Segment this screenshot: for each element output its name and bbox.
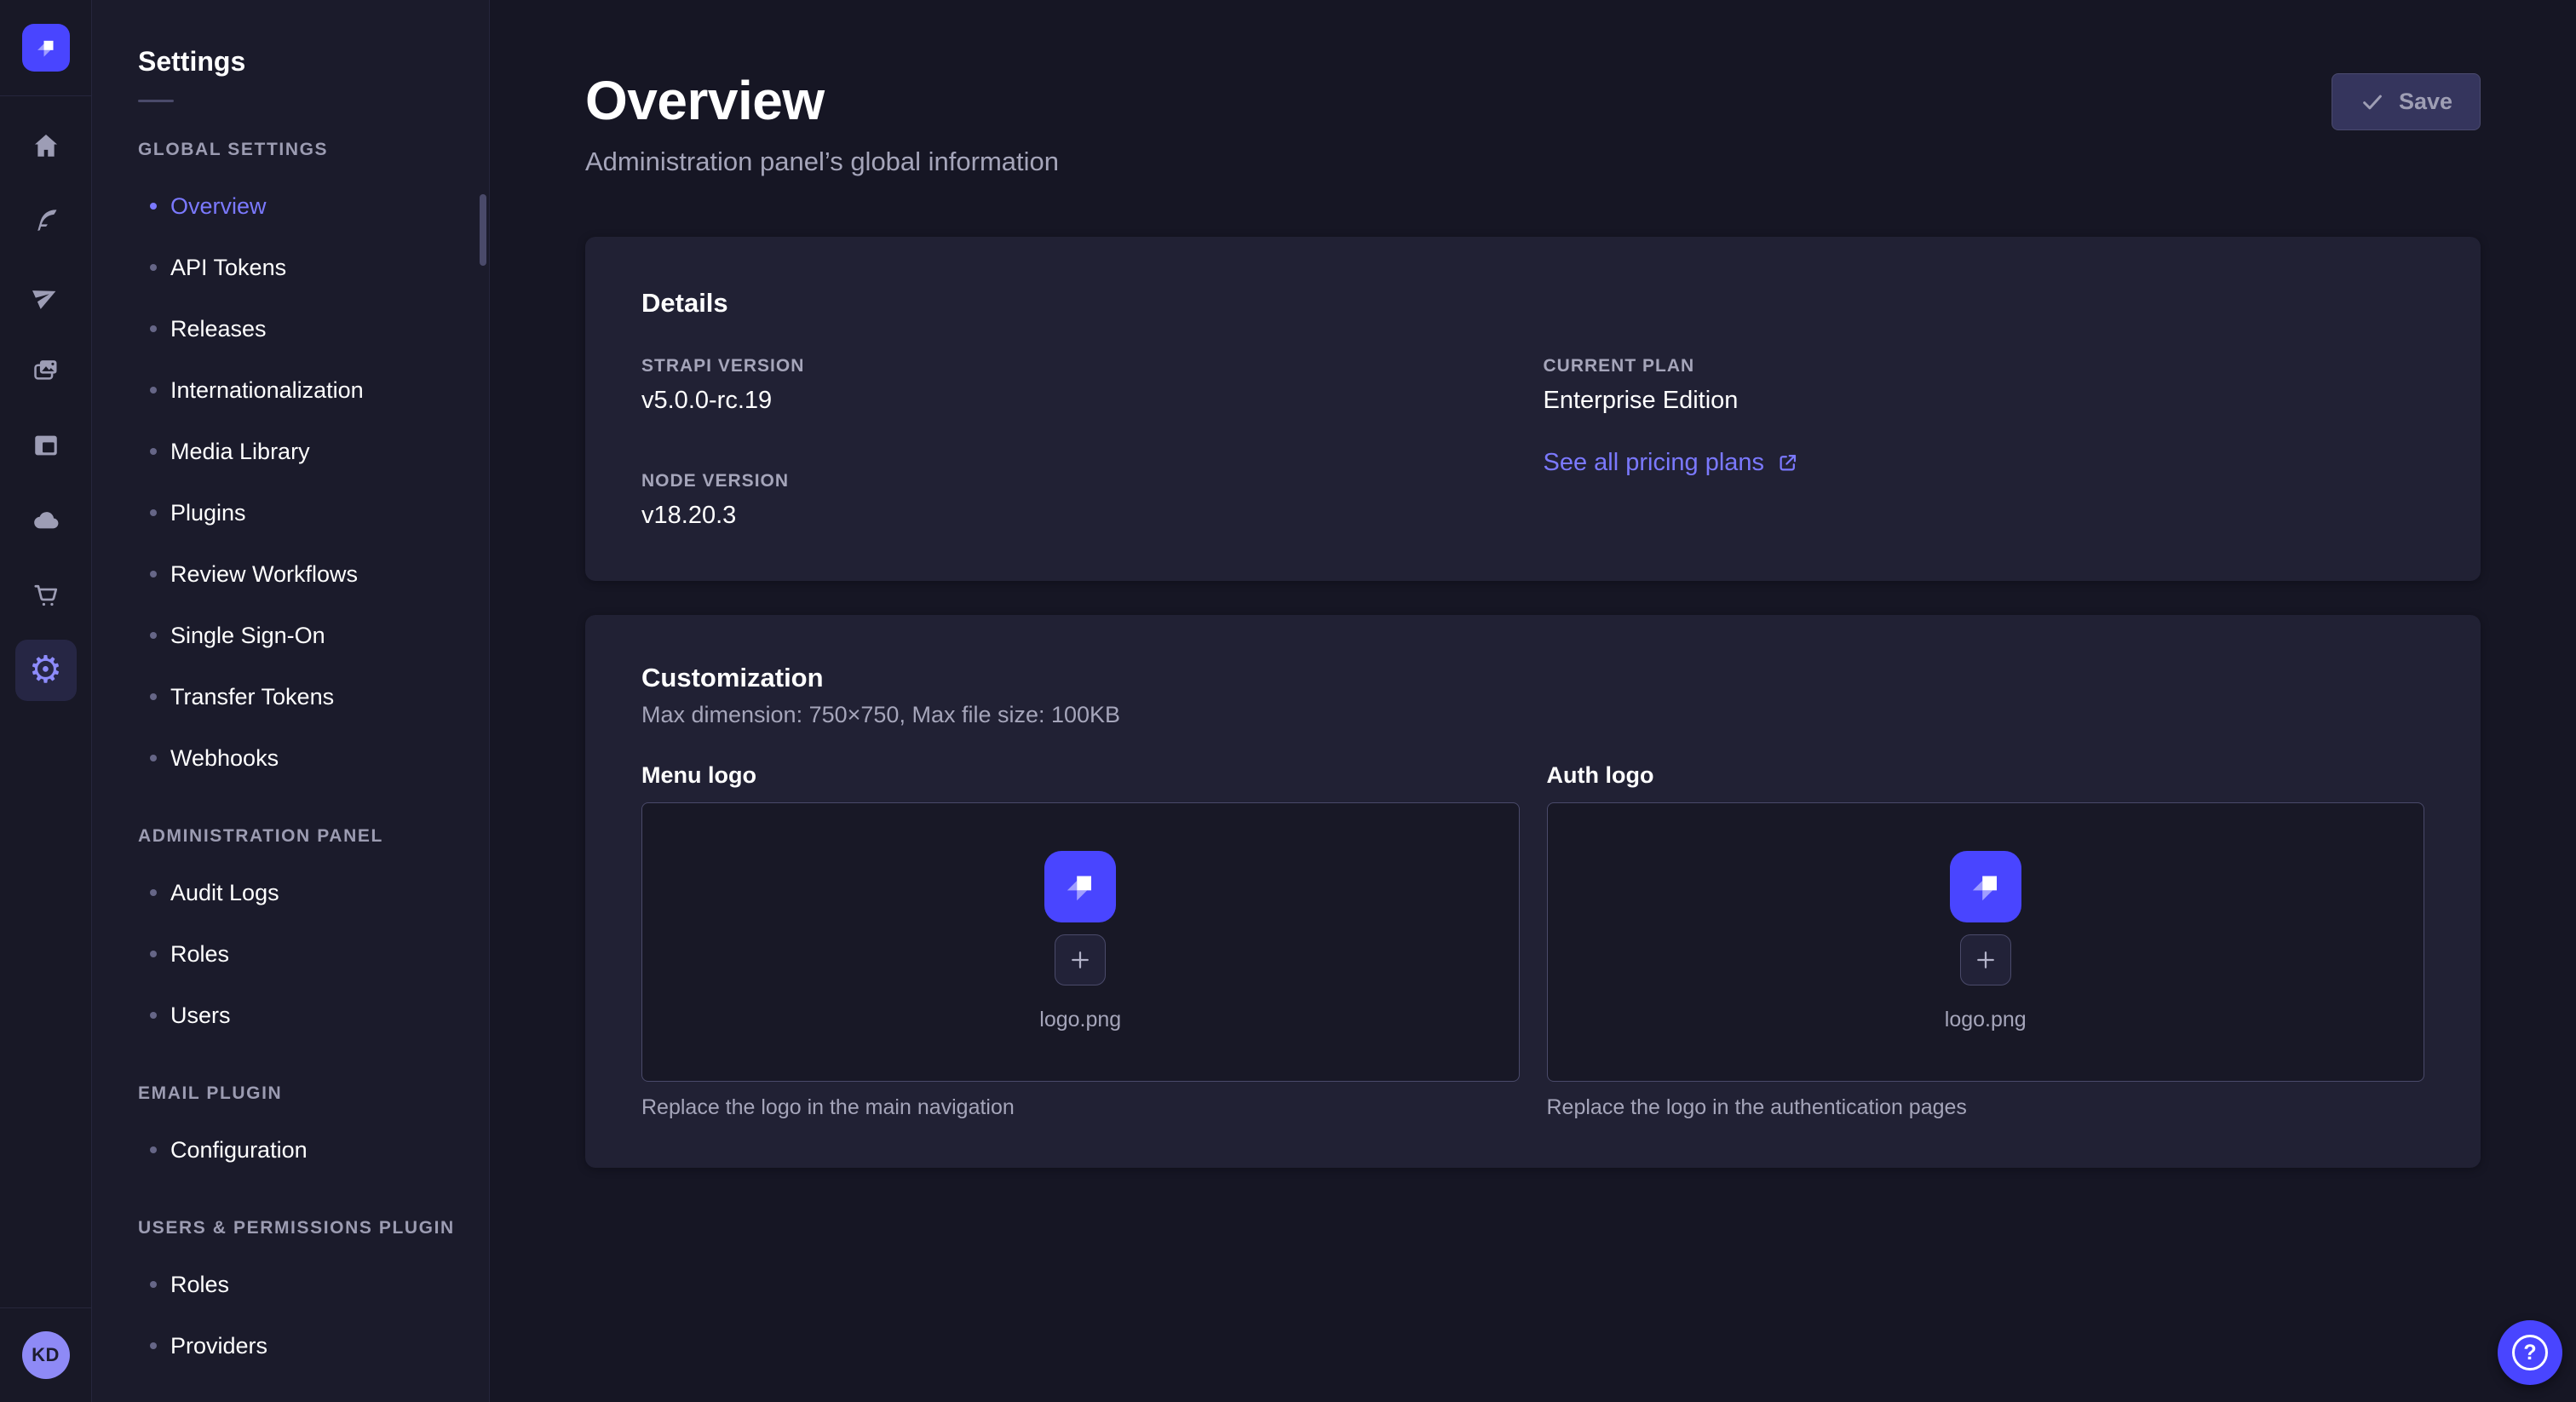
section-header: USERS & PERMISSIONS PLUGIN bbox=[138, 1218, 455, 1238]
auth-logo-label: Auth logo bbox=[1547, 762, 2425, 789]
bullet-icon bbox=[150, 1146, 157, 1153]
plus-icon bbox=[1973, 947, 1998, 973]
subnav-title: Settings bbox=[138, 46, 455, 78]
menu-logo-label: Menu logo bbox=[641, 762, 1520, 789]
avatar[interactable]: KD bbox=[22, 1331, 70, 1379]
bullet-icon bbox=[150, 448, 157, 455]
details-heading: Details bbox=[641, 288, 2424, 319]
sidebar-item-audit-logs[interactable]: Audit Logs bbox=[138, 862, 455, 923]
bullet-icon bbox=[150, 632, 157, 639]
strapi-logo-icon[interactable] bbox=[22, 24, 70, 72]
sidebar-item-up-providers[interactable]: Providers bbox=[138, 1315, 455, 1376]
settings-subnav: Settings GLOBAL SETTINGS Overview API To… bbox=[92, 0, 490, 1402]
field-label: STRAPI VERSION bbox=[641, 356, 1523, 376]
rail-logo-section bbox=[0, 0, 91, 96]
bullet-icon bbox=[150, 1281, 157, 1288]
bullet-icon bbox=[150, 387, 157, 394]
field-value: v5.0.0-rc.19 bbox=[641, 387, 1523, 415]
current-plan-field: CURRENT PLAN Enterprise Edition bbox=[1544, 356, 2425, 415]
feather-icon[interactable] bbox=[0, 183, 92, 258]
bullet-icon bbox=[150, 203, 157, 210]
sidebar-item-plugins[interactable]: Plugins bbox=[138, 482, 455, 543]
cart-icon[interactable] bbox=[0, 558, 92, 633]
pricing-plans-link[interactable]: See all pricing plans bbox=[1544, 449, 1800, 477]
sidebar-item-releases[interactable]: Releases bbox=[138, 298, 455, 359]
page-subtitle: Administration panel’s global informatio… bbox=[585, 147, 1059, 177]
subnav-section-administration-panel: ADMINISTRATION PANEL Audit Logs Roles Us… bbox=[138, 826, 455, 1046]
section-header: GLOBAL SETTINGS bbox=[138, 140, 455, 160]
bullet-icon bbox=[150, 325, 157, 332]
images-icon[interactable] bbox=[0, 333, 92, 408]
add-logo-button[interactable] bbox=[1055, 934, 1106, 985]
sidebar-item-single-sign-on[interactable]: Single Sign-On bbox=[138, 605, 455, 666]
node-version-field: NODE VERSION v18.20.3 bbox=[641, 471, 1523, 530]
logo-filename: logo.png bbox=[1945, 1008, 2027, 1032]
logo-filename: logo.png bbox=[1039, 1008, 1121, 1032]
page-header: Overview Administration panel’s global i… bbox=[585, 0, 2481, 177]
page-title: Overview bbox=[585, 70, 1059, 133]
subnav-scrollbar[interactable] bbox=[480, 194, 486, 266]
field-label: NODE VERSION bbox=[641, 471, 1523, 491]
plus-icon bbox=[1067, 947, 1093, 973]
subnav-section-email-plugin: EMAIL PLUGIN Configuration bbox=[138, 1083, 455, 1181]
external-link-icon bbox=[1776, 451, 1799, 474]
bullet-icon bbox=[150, 755, 157, 761]
menu-logo-dropzone[interactable]: logo.png bbox=[641, 802, 1520, 1082]
rail-item-settings[interactable]: ⚙ bbox=[0, 633, 92, 708]
customization-card: Customization Max dimension: 750×750, Ma… bbox=[585, 615, 2481, 1168]
customization-subheading: Max dimension: 750×750, Max file size: 1… bbox=[641, 702, 2424, 728]
subnav-section-global-settings: GLOBAL SETTINGS Overview API Tokens Rele… bbox=[138, 140, 455, 789]
sidebar-item-email-configuration[interactable]: Configuration bbox=[138, 1119, 455, 1181]
add-logo-button[interactable] bbox=[1960, 934, 2011, 985]
bullet-icon bbox=[150, 571, 157, 577]
strapi-logo-preview bbox=[1044, 851, 1116, 922]
question-mark-icon: ? bbox=[2512, 1335, 2548, 1370]
save-button[interactable]: Save bbox=[2332, 73, 2481, 130]
auth-logo-input: Auth logo logo.png Replace the logo in t… bbox=[1547, 762, 2425, 1120]
help-button[interactable]: ? bbox=[2498, 1320, 2562, 1385]
customization-heading: Customization bbox=[641, 663, 2424, 693]
field-label: CURRENT PLAN bbox=[1544, 356, 2425, 376]
auth-logo-dropzone[interactable]: logo.png bbox=[1547, 802, 2425, 1082]
icon-rail: ⚙ KD bbox=[0, 0, 92, 1402]
sidebar-item-admin-users[interactable]: Users bbox=[138, 985, 455, 1046]
sidebar-item-up-roles[interactable]: Roles bbox=[138, 1254, 455, 1315]
sidebar-item-api-tokens[interactable]: API Tokens bbox=[138, 237, 455, 298]
sidebar-item-overview[interactable]: Overview bbox=[138, 175, 455, 237]
layout-icon[interactable] bbox=[0, 408, 92, 483]
check-icon bbox=[2360, 89, 2385, 115]
sidebar-item-admin-roles[interactable]: Roles bbox=[138, 923, 455, 985]
field-value: Enterprise Edition bbox=[1544, 387, 2425, 415]
details-card: Details STRAPI VERSION v5.0.0-rc.19 NODE… bbox=[585, 237, 2481, 581]
section-header: EMAIL PLUGIN bbox=[138, 1083, 455, 1104]
strapi-logo-preview bbox=[1950, 851, 2021, 922]
subnav-section-users-permissions-plugin: USERS & PERMISSIONS PLUGIN Roles Provide… bbox=[138, 1218, 455, 1376]
bullet-icon bbox=[150, 1012, 157, 1019]
rail-bottom-section: KD bbox=[0, 1307, 91, 1402]
bullet-icon bbox=[150, 264, 157, 271]
section-header: ADMINISTRATION PANEL bbox=[138, 826, 455, 847]
subnav-divider bbox=[138, 100, 174, 102]
bullet-icon bbox=[150, 1342, 157, 1349]
sidebar-item-media-library[interactable]: Media Library bbox=[138, 421, 455, 482]
paper-plane-icon[interactable] bbox=[0, 258, 92, 333]
bullet-icon bbox=[150, 693, 157, 700]
sidebar-item-webhooks[interactable]: Webhooks bbox=[138, 727, 455, 789]
bullet-icon bbox=[150, 509, 157, 516]
home-icon[interactable] bbox=[0, 108, 92, 183]
rail-nav: ⚙ bbox=[0, 96, 91, 708]
strapi-version-field: STRAPI VERSION v5.0.0-rc.19 bbox=[641, 356, 1523, 415]
main-content: Overview Administration panel’s global i… bbox=[490, 0, 2576, 1402]
gear-icon: ⚙ bbox=[15, 640, 77, 701]
field-value: v18.20.3 bbox=[641, 502, 1523, 530]
bullet-icon bbox=[150, 951, 157, 957]
cloud-icon[interactable] bbox=[0, 483, 92, 558]
bullet-icon bbox=[150, 889, 157, 896]
sidebar-item-review-workflows[interactable]: Review Workflows bbox=[138, 543, 455, 605]
auth-logo-hint: Replace the logo in the authentication p… bbox=[1547, 1095, 2425, 1120]
sidebar-item-internationalization[interactable]: Internationalization bbox=[138, 359, 455, 421]
menu-logo-input: Menu logo logo.png Replace the logo in t… bbox=[641, 762, 1520, 1120]
sidebar-item-transfer-tokens[interactable]: Transfer Tokens bbox=[138, 666, 455, 727]
menu-logo-hint: Replace the logo in the main navigation bbox=[641, 1095, 1520, 1120]
